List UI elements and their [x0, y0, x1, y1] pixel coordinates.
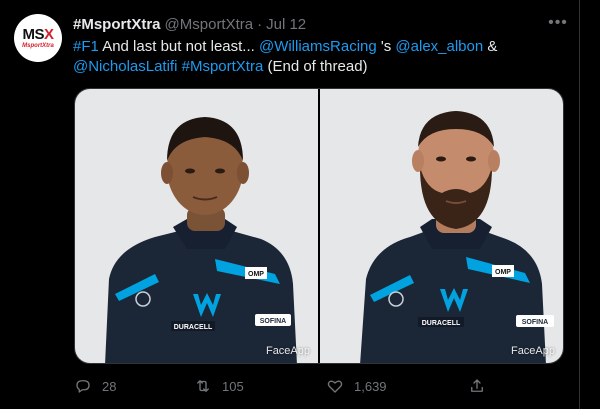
reply-button[interactable]: 28 [74, 374, 116, 398]
driver-portrait-2: DURACELL OMP SOFINA [360, 111, 554, 363]
author-handle[interactable]: @MsportXtra [165, 16, 254, 33]
mention-albon[interactable]: @alex_albon [395, 38, 483, 55]
share-icon [471, 379, 483, 392]
retweet-button[interactable]: 105 [194, 374, 244, 398]
svg-text:OMP: OMP [495, 269, 511, 276]
avatar-logo-sub: MsportXtra [22, 42, 54, 49]
faceapp-watermark: FaceApp [510, 345, 555, 357]
tweet-text-part: 's [376, 38, 396, 55]
retweet-count: 105 [222, 378, 244, 394]
avatar-logo: MSX [22, 25, 54, 43]
svg-text:DURACELL: DURACELL [174, 324, 213, 331]
like-button[interactable]: 1,639 [326, 374, 387, 398]
tweet-text-part: (End of thread) [263, 58, 368, 75]
reply-icon [76, 380, 90, 393]
like-count: 1,639 [354, 378, 387, 394]
tweet-header: #MsportXtra @MsportXtra · Jul 12 [73, 14, 306, 34]
svg-text:OMP: OMP [248, 271, 264, 278]
author-name[interactable]: #MsportXtra [73, 16, 161, 33]
more-options-icon[interactable]: ••• [547, 15, 569, 32]
heart-icon [327, 380, 343, 393]
svg-text:SOFINA: SOFINA [522, 319, 548, 326]
driver-portrait-1: DURACELL OMP SOFINA [105, 117, 297, 363]
media-grid: DURACELL OMP SOFINA FaceApp DURACELL OMP… [74, 88, 564, 364]
tweet-actions: 28 105 1,639 [70, 374, 500, 398]
faceapp-watermark: FaceApp [265, 345, 310, 357]
photo-driver-2[interactable]: DURACELL OMP SOFINA FaceApp [320, 89, 563, 363]
timeline-border [579, 0, 580, 409]
reply-count: 28 [102, 378, 117, 394]
mention-williams[interactable]: @WilliamsRacing [259, 38, 377, 55]
mention-latifi[interactable]: @NicholasLatifi [73, 58, 177, 75]
svg-text:SOFINA: SOFINA [260, 318, 286, 325]
share-button[interactable] [468, 374, 496, 398]
avatar[interactable]: MSX MsportXtra [14, 14, 62, 62]
tweet-text: #F1 And last but not least... @WilliamsR… [73, 37, 568, 77]
tweet-text-part: And last but not least... [98, 38, 259, 55]
hashtag-f1[interactable]: #F1 [73, 38, 99, 55]
tweet-date[interactable]: Jul 12 [266, 16, 306, 33]
separator-dot: · [257, 15, 263, 33]
hashtag-msportxtra[interactable]: #MsportXtra [182, 58, 264, 75]
retweet-icon [197, 380, 209, 392]
tweet-text-part: & [483, 38, 498, 55]
svg-text:DURACELL: DURACELL [422, 320, 461, 327]
photo-driver-1[interactable]: DURACELL OMP SOFINA FaceApp [75, 89, 318, 363]
